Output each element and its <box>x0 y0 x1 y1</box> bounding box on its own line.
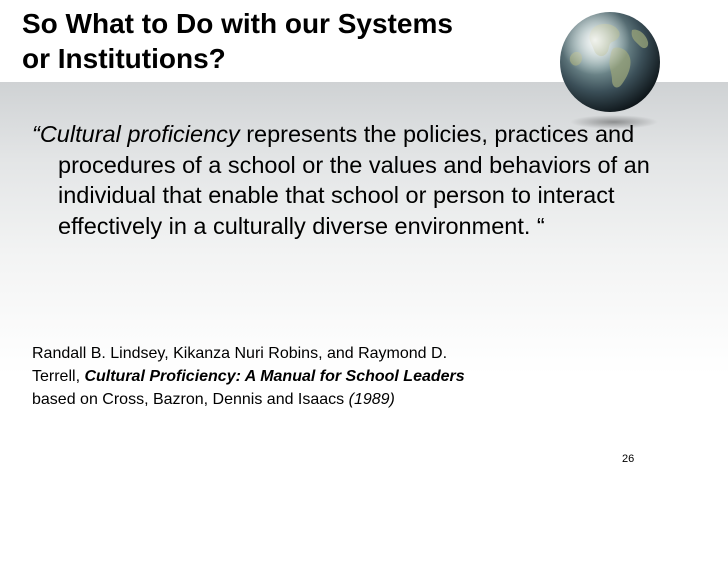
slide-title: So What to Do with our Systems or Institu… <box>22 6 552 76</box>
slide-title-line1: So What to Do with our Systems <box>22 8 453 39</box>
quote-paragraph: “Cultural proficiency represents the pol… <box>32 119 698 241</box>
slide-number: 26 <box>622 453 635 465</box>
citation: Randall B. Lindsey, Kikanza Nuri Robins,… <box>32 342 652 411</box>
slide-title-line2: or Institutions? <box>22 43 226 74</box>
slide: So What to Do with our Systems or Institu… <box>0 0 728 563</box>
citation-source: based on Cross, Bazron, Dennis and Isaac… <box>32 391 349 408</box>
quote-emphasis: Cultural proficiency <box>39 121 240 147</box>
earth-globe-icon <box>548 4 678 134</box>
citation-year: (1989) <box>348 391 395 408</box>
citation-book-title: Cultural Proficiency: A Manual for Schoo… <box>84 368 465 385</box>
citation-authors-cont: Terrell, <box>32 368 85 385</box>
quote-open-mark: “ <box>32 121 40 147</box>
earth-globe-graphic <box>560 12 660 129</box>
citation-authors: Randall B. Lindsey, Kikanza Nuri Robins,… <box>32 345 448 362</box>
